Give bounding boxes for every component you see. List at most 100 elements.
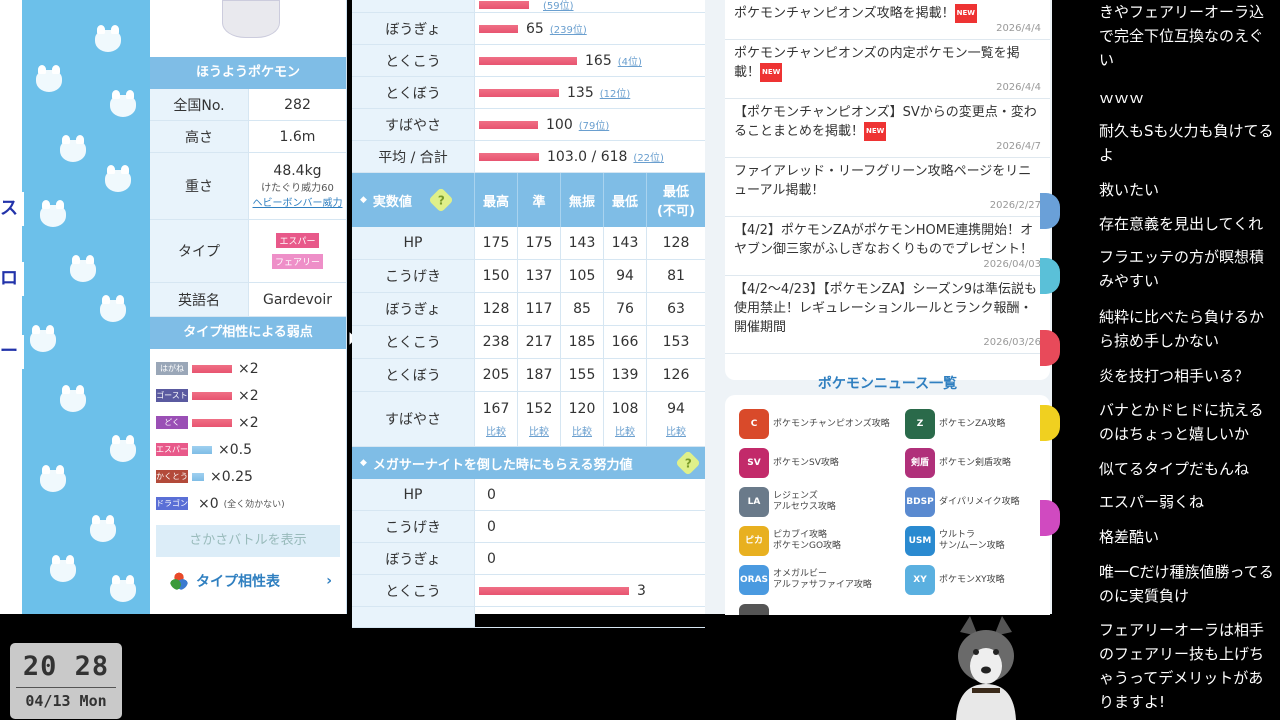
side-tab-fragment-3[interactable]: ー <box>0 335 24 369</box>
real-value-cell: 85 <box>573 301 591 317</box>
game-link-label: ダイパリメイク攻略 <box>939 496 1020 507</box>
type-badge-psychic[interactable]: エスパー <box>276 233 319 248</box>
new-badge: NEW <box>864 122 887 141</box>
side-tab-fragment-1[interactable]: ス <box>0 192 24 226</box>
compare-link[interactable]: 比較 <box>666 423 686 438</box>
weakness-row: エスパー ×0.5 <box>150 436 346 463</box>
ev-value: 0 <box>487 486 496 503</box>
news-item[interactable]: ポケモンチャンピオンズの内定ポケモン一覧を掲載！ NEW 2026/4/4 <box>725 40 1050 99</box>
real-value-cell: 166 <box>611 334 639 350</box>
real-value-cell: 63 <box>667 301 685 317</box>
edge-icon-3 <box>1040 330 1060 366</box>
weakness-type-badge[interactable]: エスパー <box>156 443 188 456</box>
weakness-bar <box>192 391 232 400</box>
edge-icon-4 <box>1040 405 1060 441</box>
real-value-cell: 152 <box>525 400 553 417</box>
game-link[interactable]: ピカ ピカブイ攻略 ポケモンGO攻略 <box>739 526 841 556</box>
news-title[interactable]: ポケモンチャンピオンズ攻略を掲載！ <box>734 6 955 21</box>
weakness-multiplier: ×2 <box>238 414 259 431</box>
news-title[interactable]: 【4/2〜4/23】【ポケモンZA】シーズン9は準伝説も使用禁止！レギュレーショ… <box>734 282 1037 335</box>
stat-value: 100 <box>546 116 573 133</box>
game-logo-icon: ピカ <box>739 526 769 556</box>
game-link[interactable]: LA レジェンズ アルセウス攻略 <box>739 487 836 517</box>
news-list: ポケモンチャンピオンズ攻略を掲載！ NEW 2026/4/4 ポケモンチャンピオンズの… <box>725 0 1050 354</box>
side-tab-fragment-2[interactable]: ロ <box>0 262 24 296</box>
compare-link[interactable]: 比較 <box>486 423 506 438</box>
real-value-cell: 108 <box>611 400 639 417</box>
chat-message: 耐久もSも火力も負けてるよ <box>1099 122 1274 164</box>
compare-link[interactable]: 比較 <box>529 423 549 438</box>
stat-row-fragment: (59位) <box>352 0 705 13</box>
reverse-battle-button[interactable]: さかさバトルを表示 <box>156 525 340 557</box>
game-link-label: ポケモンZA攻略 <box>939 418 1006 429</box>
game-link[interactable]: USM ウルトラ サン/ムーン攻略 <box>905 526 1005 556</box>
profile-column: ほうようポケモン 全国No. 282 高さ 1.6m 重さ 48.4kg けたぐ… <box>150 0 347 614</box>
game-link-label: ウルトラ サン/ムーン攻略 <box>939 530 1005 551</box>
game-link[interactable]: Z ポケモンZA攻略 <box>905 409 1005 439</box>
real-value-cell: 120 <box>568 400 596 417</box>
stat-value: 135 <box>567 84 594 101</box>
stat-rank-link[interactable]: (79位) <box>579 117 610 132</box>
edge-icon-5 <box>1040 500 1060 536</box>
game-link[interactable]: BDSP ダイパリメイク攻略 <box>905 487 1020 517</box>
weakness-row: ドラゴン ×0 (全く効かない) <box>150 490 346 517</box>
stat-rank-link[interactable]: (22位) <box>633 149 664 164</box>
stat-rank-link[interactable]: (12位) <box>600 85 631 100</box>
type-badge-fairy[interactable]: フェアリー <box>271 254 323 269</box>
news-item[interactable]: ポケモンチャンピオンズ攻略を掲載！ NEW 2026/4/4 <box>725 0 1050 40</box>
weakness-row: ゴースト ×2 <box>150 382 346 409</box>
profile-row-weight: 重さ 48.4kg けたぐり威力60 ヘビーボンバー威力 <box>150 153 346 220</box>
game-link[interactable]: SV ポケモンSV攻略 <box>739 448 839 478</box>
news-title[interactable]: ファイアレッド・リーフグリーン攻略ページをリニューアル掲載！ <box>734 164 1031 198</box>
type-chart-link[interactable]: タイプ相性表 › <box>170 571 346 591</box>
chat-message: 格差酷い <box>1099 528 1160 546</box>
news-item[interactable]: ファイアレッド・リーフグリーン攻略ページをリニューアル掲載！ 2026/2/27 <box>725 158 1050 217</box>
news-item[interactable]: 【4/2】ポケモンZAがポケモンHOME連携開始！オヤブン御三家がふしぎなおくり… <box>725 217 1050 276</box>
stat-rank-link[interactable]: (4位) <box>618 53 642 68</box>
game-link-fragment[interactable] <box>739 604 773 615</box>
profile-row-type: タイプ エスパー フェアリー <box>150 220 346 283</box>
news-title[interactable]: 【4/2】ポケモンZAがポケモンHOME連携開始！オヤブン御三家がふしぎなおくり… <box>734 223 1033 257</box>
new-badge: NEW <box>760 63 783 82</box>
weakness-row: どく ×2 <box>150 409 346 436</box>
weakness-type-badge[interactable]: どく <box>156 416 188 429</box>
weakness-multiplier: ×2 <box>238 360 259 377</box>
weakness-row: かくとう ×0.25 <box>150 463 346 490</box>
chat-message: 純粋に比べたら負けるから掠め手しかない <box>1099 308 1265 350</box>
ev-row: HP 0 <box>352 479 705 511</box>
game-link-label: オメガルビー アルファサファイア攻略 <box>773 569 872 590</box>
chat-panel: きやフェアリーオーラ込で完全下位互換なのえぐい ｗｗｗ 耐久もSも火力も負けてるよ救… <box>1083 0 1280 720</box>
clock-widget: 20 28 04/13 Mon <box>10 643 122 719</box>
stat-rank-link[interactable]: (239位) <box>550 21 587 36</box>
heavy-slam-link[interactable]: ヘビーボンバー威力 <box>253 194 343 209</box>
news-item[interactable]: 【4/2〜4/23】【ポケモンZA】シーズン9は準伝説も使用禁止！レギュレーショ… <box>725 276 1050 354</box>
news-item[interactable]: 【ポケモンチャンピオンズ】SVからの変更点・変わることまとめを掲載！ NEW 202… <box>725 99 1050 158</box>
news-date: 2026/4/4 <box>996 23 1041 34</box>
game-link-label: ポケモンSV攻略 <box>773 457 839 468</box>
help-icon[interactable]: ? <box>428 187 454 213</box>
game-logo-icon: SV <box>739 448 769 478</box>
game-link[interactable]: C ポケモンチャンピオンズ攻略 <box>739 409 890 439</box>
game-links-panel: C ポケモンチャンピオンズ攻略 Z ポケモンZA攻略 SV ポケモンSV攻略 剣盾 ポケモン剣… <box>725 395 1050 615</box>
clock-hour: 20 <box>22 651 58 682</box>
game-link[interactable]: ORAS オメガルビー アルファサファイア攻略 <box>739 565 872 595</box>
help-icon[interactable]: ? <box>675 450 701 476</box>
weakness-type-badge[interactable]: ドラゴン <box>156 497 188 510</box>
real-value-cell: 143 <box>568 235 596 251</box>
real-value-cell: 128 <box>662 235 690 251</box>
real-value-row: とくぼう 205 187 155 139 126 <box>352 359 705 392</box>
base-stat-row: とくぼう 135 (12位) <box>352 77 705 109</box>
weakness-bar <box>192 472 204 481</box>
compare-link[interactable]: 比較 <box>572 423 592 438</box>
compare-link[interactable]: 比較 <box>615 423 635 438</box>
game-link[interactable]: XY ポケモンXY攻略 <box>905 565 1005 595</box>
ev-value: 0 <box>487 518 496 535</box>
weakness-type-badge[interactable]: はがね <box>156 362 188 375</box>
weakness-type-badge[interactable]: ゴースト <box>156 389 188 402</box>
game-link[interactable]: 剣盾 ポケモン剣盾攻略 <box>905 448 1011 478</box>
real-value-cell: 185 <box>568 334 596 350</box>
weakness-type-badge[interactable]: かくとう <box>156 470 188 483</box>
clock-date: 04/13 Mon <box>25 692 107 710</box>
base-stat-row: 平均 / 合計 103.0 / 618 (22位) <box>352 141 705 173</box>
weight-value: 48.4kg <box>273 163 322 179</box>
